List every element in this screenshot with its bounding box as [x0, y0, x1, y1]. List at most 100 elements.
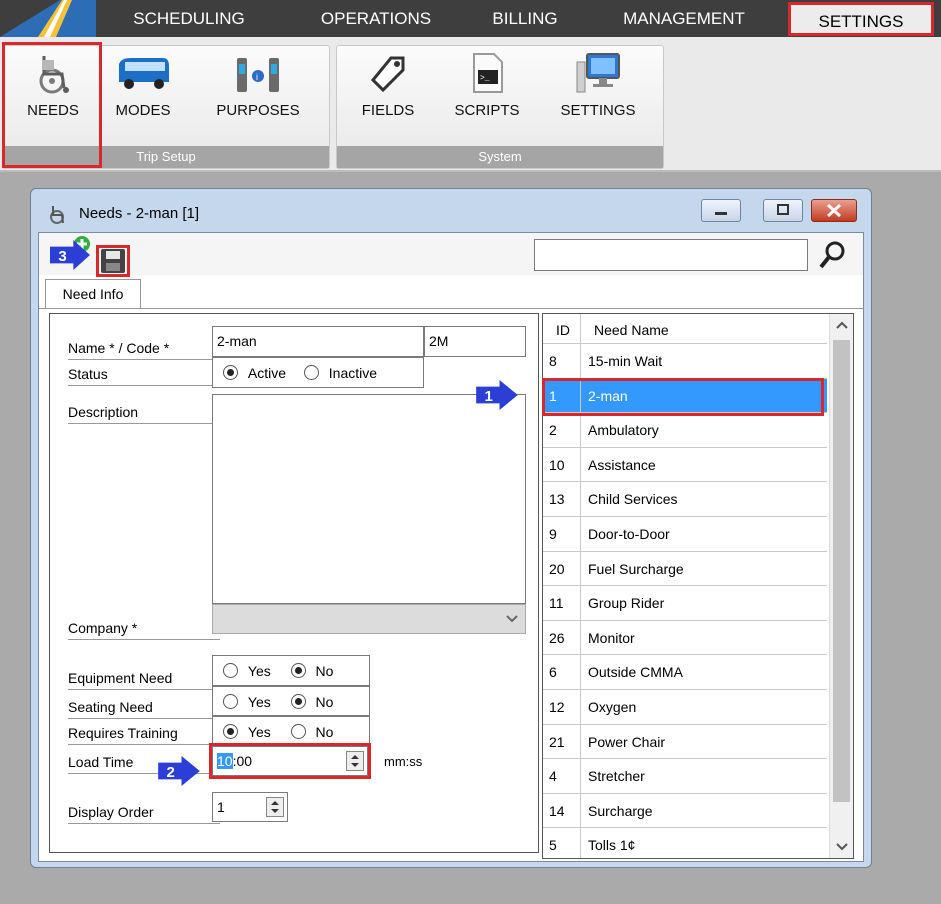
maximize-button[interactable] [763, 199, 803, 222]
code-input[interactable]: 2M [424, 326, 526, 357]
chevron-down-icon[interactable] [835, 842, 849, 852]
app-logo [0, 0, 96, 37]
callout-number-3: 3 [58, 248, 66, 265]
maximize-icon [777, 204, 789, 215]
company-label: Company * [68, 620, 220, 640]
column-separator [580, 690, 581, 724]
seating-yes-radio[interactable] [223, 694, 238, 709]
list-header: ID Need Name [543, 314, 827, 344]
menu-operations[interactable]: OPERATIONS [292, 0, 460, 37]
column-separator [580, 517, 581, 551]
list-item-name: Group Rider [588, 595, 665, 612]
list-item-name: Outside CMMA [588, 664, 683, 681]
chevron-up-icon[interactable] [835, 320, 849, 330]
seating-no-radio[interactable] [290, 694, 306, 709]
monitor-icon [576, 53, 620, 93]
equipment-no-radio[interactable] [290, 663, 306, 678]
menu-management[interactable]: MANAGEMENT [600, 0, 768, 37]
column-separator [580, 447, 581, 482]
menu-settings[interactable]: SETTINGS [788, 2, 934, 36]
fields-button[interactable]: FIELDS [345, 50, 431, 130]
name-input[interactable]: 2-man [212, 326, 424, 357]
equipment-no-label: No [315, 663, 334, 679]
training-yes-radio[interactable] [223, 724, 238, 739]
menu-scheduling[interactable]: SCHEDULING [104, 0, 274, 37]
search-input[interactable] [534, 239, 808, 271]
status-active-radio[interactable] [223, 365, 238, 380]
list-item[interactable]: 20 Fuel Surcharge [543, 551, 827, 587]
modes-button-label: MODES [115, 102, 171, 119]
list-item[interactable]: 8 15-min Wait [543, 344, 827, 379]
purposes-button[interactable]: i PURPOSES [203, 50, 313, 130]
column-separator [580, 759, 581, 793]
bus-icon [119, 58, 169, 89]
status-inactive-label: Inactive [328, 365, 378, 381]
script-icon: >_ [473, 53, 503, 93]
equipment-yes-radio[interactable] [223, 663, 238, 678]
chevron-down-icon [506, 615, 518, 623]
column-separator [580, 655, 581, 689]
list-item-id: 11 [549, 595, 564, 612]
tab-divider [39, 308, 863, 309]
list-item-id: 9 [549, 526, 557, 542]
column-separator [580, 551, 581, 586]
system-group-label: System [337, 146, 663, 168]
column-separator [580, 314, 581, 343]
wheelchair-icon [50, 206, 64, 224]
list-item[interactable]: 14 Surcharge [543, 793, 827, 829]
list-item[interactable]: 26 Monitor [543, 620, 827, 656]
fields-button-label: FIELDS [361, 102, 415, 119]
status-radio-group: Active Inactive [212, 357, 424, 388]
top-menu-bar: SCHEDULING OPERATIONS BILLING MANAGEMENT… [0, 0, 941, 37]
list-item-id: 20 [549, 560, 565, 577]
list-item[interactable]: 2 Ambulatory [543, 413, 827, 448]
display-order-input[interactable]: 1 [212, 792, 288, 822]
scripts-button[interactable]: >_ SCRIPTS [439, 50, 535, 130]
training-no-label: No [315, 724, 334, 740]
list-item[interactable]: 10 Assistance [543, 447, 827, 483]
list-item-id: 12 [549, 699, 565, 715]
seating-no-label: No [315, 694, 334, 710]
settings-button[interactable]: SETTINGS [545, 50, 651, 130]
close-icon [826, 203, 842, 218]
callout-number-2: 2 [167, 764, 175, 781]
column-id-header[interactable]: ID [556, 322, 570, 338]
tag-icon [370, 56, 405, 93]
list-item[interactable]: 21 Power Chair [543, 724, 827, 760]
company-select[interactable] [212, 604, 526, 634]
list-item[interactable]: 13 Child Services [543, 482, 827, 517]
column-name-header[interactable]: Need Name [594, 322, 669, 338]
list-item[interactable]: 5 Tolls 1¢ [543, 828, 827, 858]
tab-need-info[interactable]: Need Info [45, 279, 141, 309]
list-item[interactable]: 4 Stretcher [543, 759, 827, 794]
list-scrollbar[interactable] [829, 314, 853, 858]
svg-text:i: i [256, 72, 258, 82]
name-code-label: Name * / Code * [68, 340, 220, 360]
list-item[interactable]: 9 Door-to-Door [543, 517, 827, 552]
training-no-radio[interactable] [290, 724, 306, 739]
status-inactive-radio[interactable] [303, 365, 319, 380]
close-button[interactable] [811, 199, 857, 222]
list-item[interactable]: 11 Group Rider [543, 586, 827, 621]
display-order-spinner[interactable] [266, 797, 284, 817]
list-item[interactable]: 12 Oxygen [543, 690, 827, 725]
requires-training-label: Requires Training [68, 725, 220, 745]
scrollbar-thumb[interactable] [833, 340, 850, 802]
status-label: Status [68, 366, 220, 386]
status-active-label: Active [247, 365, 287, 381]
save-button-highlight [96, 245, 130, 277]
requires-training-radio-group: Yes No [212, 716, 370, 746]
list-item-name: Ambulatory [588, 422, 659, 439]
description-textarea[interactable] [212, 394, 526, 604]
list-item-name: Assistance [588, 456, 656, 473]
column-separator [580, 586, 581, 620]
search-icon[interactable] [817, 239, 849, 271]
list-item-id: 8 [549, 353, 557, 369]
minimize-button[interactable] [701, 199, 741, 222]
menu-billing[interactable]: BILLING [470, 0, 580, 37]
modes-button[interactable]: MODES [103, 50, 183, 130]
column-separator [580, 482, 581, 516]
column-separator [580, 620, 581, 655]
callout-arrow-3: 3 [50, 240, 90, 270]
list-item[interactable]: 6 Outside CMMA [543, 655, 827, 690]
